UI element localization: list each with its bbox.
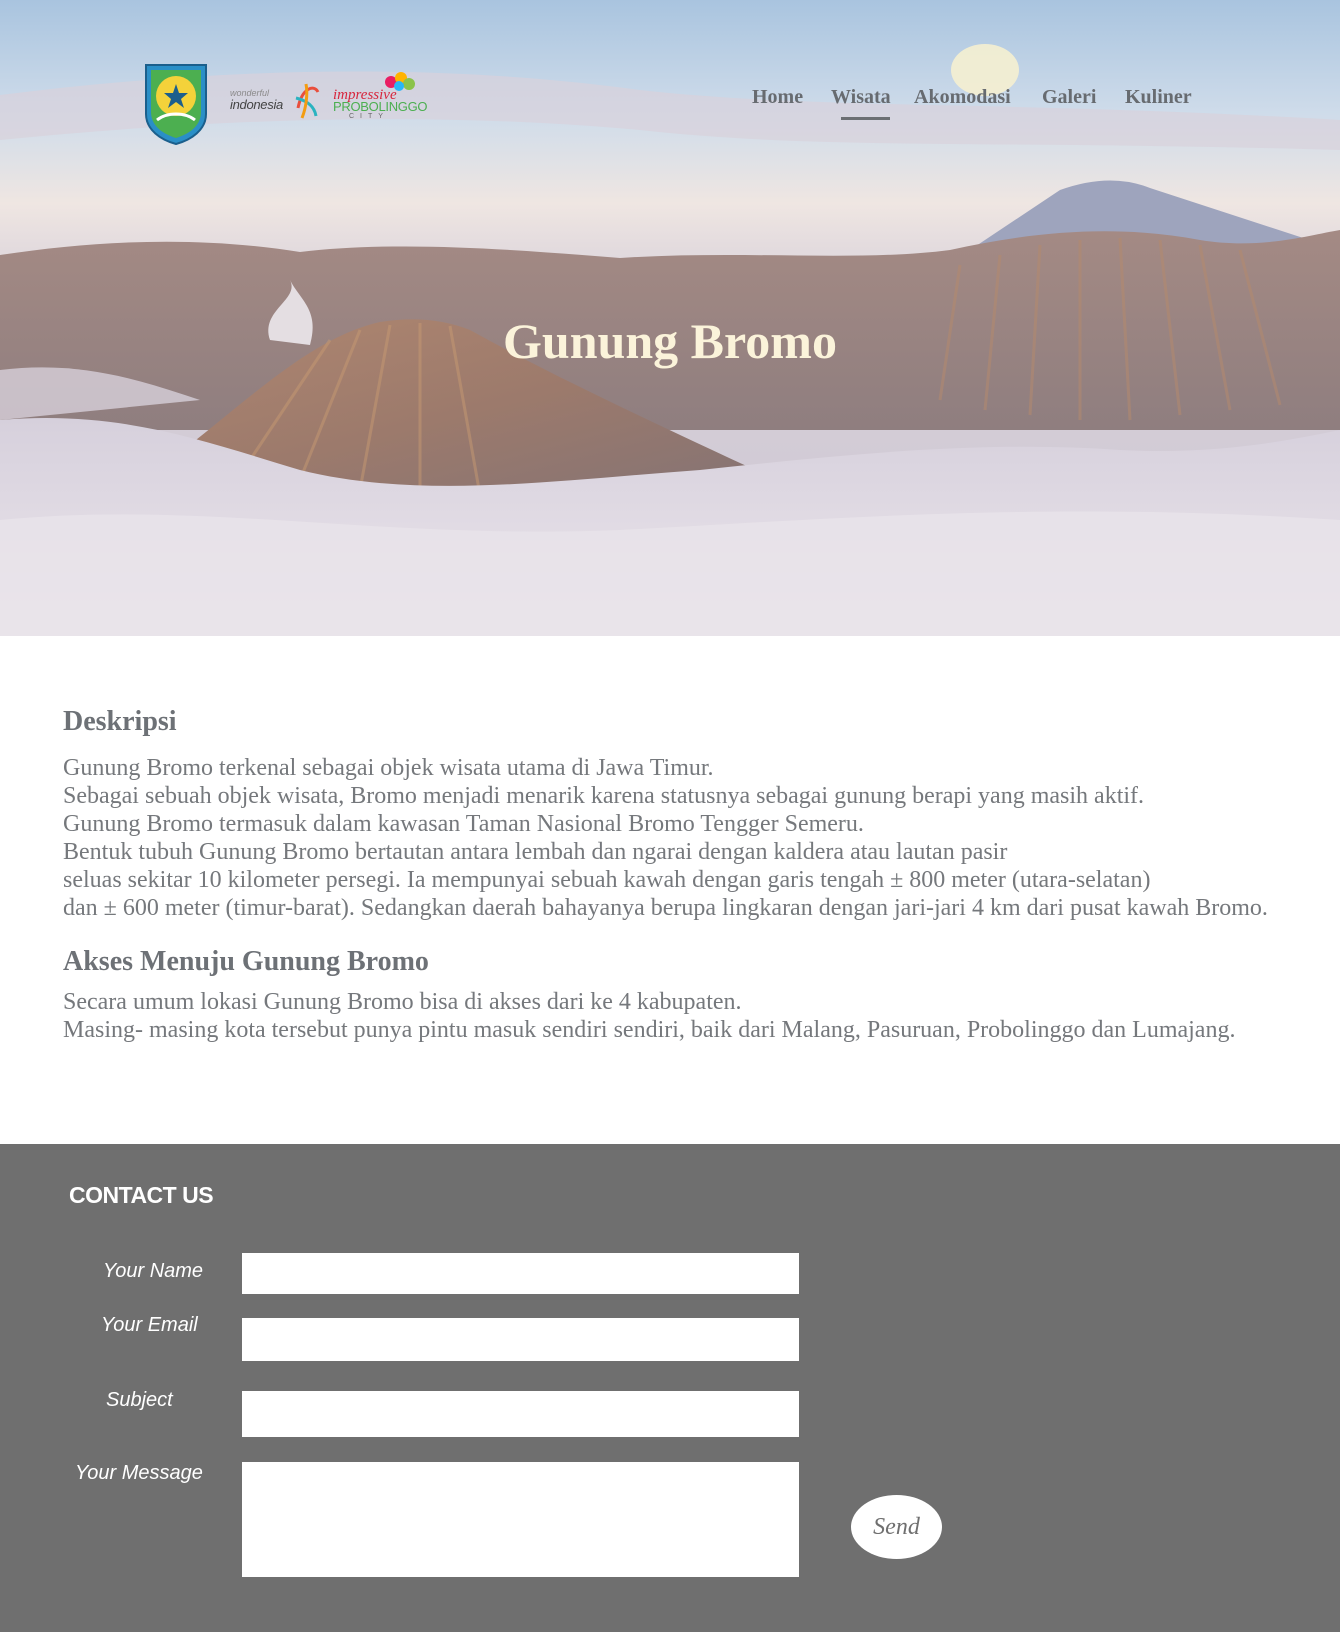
- contact-title: CONTACT US: [69, 1182, 214, 1208]
- name-input[interactable]: [242, 1253, 799, 1294]
- deskripsi-line: dan ± 600 meter (timur-barat). Sedangkan…: [63, 895, 1268, 921]
- message-textarea[interactable]: [242, 1462, 799, 1577]
- deskripsi-line: Bentuk tubuh Gunung Bromo bertautan anta…: [63, 839, 1008, 865]
- akses-line: Secara umum lokasi Gunung Bromo bisa di …: [63, 989, 742, 1015]
- email-label: Your Email: [101, 1314, 198, 1336]
- deskripsi-line: seluas sekitar 10 kilometer persegi. Ia …: [63, 867, 1151, 893]
- nav-wisata[interactable]: Wisata: [831, 86, 891, 109]
- nav-akomodasi[interactable]: Akomodasi: [914, 86, 1011, 109]
- subject-label: Subject: [106, 1389, 173, 1411]
- akses-section: Akses Menuju Gunung Bromo Secara umum lo…: [63, 946, 1235, 1043]
- nav-galeri[interactable]: Galeri: [1042, 86, 1096, 109]
- send-button[interactable]: Send: [851, 1495, 942, 1559]
- deskripsi-line: Sebagai sebuah objek wisata, Bromo menja…: [63, 783, 1145, 809]
- message-label: Your Message: [75, 1462, 203, 1484]
- main-nav: Home Wisata Akomodasi Galeri Kuliner: [0, 86, 1340, 126]
- email-input[interactable]: [242, 1318, 799, 1361]
- akses-line: Masing- masing kota tersebut punya pintu…: [63, 1017, 1236, 1043]
- akses-heading: Akses Menuju Gunung Bromo: [63, 946, 429, 977]
- name-label: Your Name: [103, 1260, 204, 1282]
- deskripsi-section: Deskripsi Gunung Bromo terkenal sebagai …: [63, 706, 1268, 921]
- nav-home[interactable]: Home: [752, 86, 803, 109]
- subject-input[interactable]: [242, 1391, 799, 1437]
- hero-title: Gunung Bromo: [503, 313, 837, 369]
- contact-footer: CONTACT US Your Name Your Email Subject …: [0, 1144, 1340, 1632]
- nav-kuliner[interactable]: Kuliner: [1125, 86, 1192, 109]
- hero-banner: wonderful indonesia impressive PROBOLING…: [0, 0, 1340, 636]
- nav-active-indicator: [841, 117, 890, 120]
- deskripsi-heading: Deskripsi: [63, 706, 177, 737]
- deskripsi-line: Gunung Bromo terkenal sebagai objek wisa…: [63, 755, 714, 781]
- deskripsi-line: Gunung Bromo termasuk dalam kawasan Tama…: [63, 811, 864, 837]
